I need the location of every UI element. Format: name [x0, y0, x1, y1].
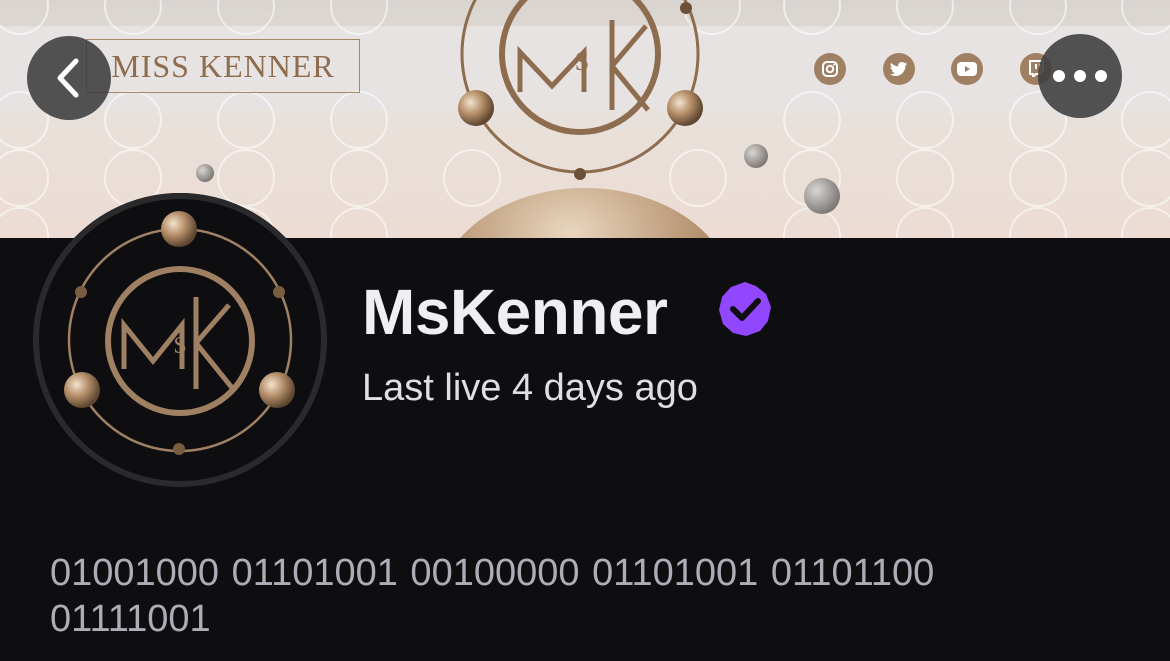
svg-text:S: S — [575, 47, 589, 76]
channel-avatar[interactable]: S — [33, 193, 327, 487]
channel-bio: 01001000 01101001 00100000 01101001 0110… — [50, 552, 935, 640]
instagram-icon[interactable] — [814, 53, 846, 85]
verified-badge-icon — [716, 280, 774, 343]
more-options-button[interactable] — [1038, 34, 1122, 118]
brand-logo-text: MISS KENNER — [86, 39, 360, 93]
msk-logo-icon: S — [33, 193, 327, 487]
channel-name: MsKenner — [362, 276, 668, 348]
back-button[interactable] — [27, 36, 111, 120]
last-live-status: Last live 4 days ago — [362, 367, 698, 409]
twitter-icon[interactable] — [883, 53, 915, 85]
more-dots-icon — [1053, 70, 1107, 82]
youtube-icon[interactable] — [951, 53, 983, 85]
chevron-left-icon — [57, 58, 79, 98]
svg-text:S: S — [173, 333, 186, 359]
